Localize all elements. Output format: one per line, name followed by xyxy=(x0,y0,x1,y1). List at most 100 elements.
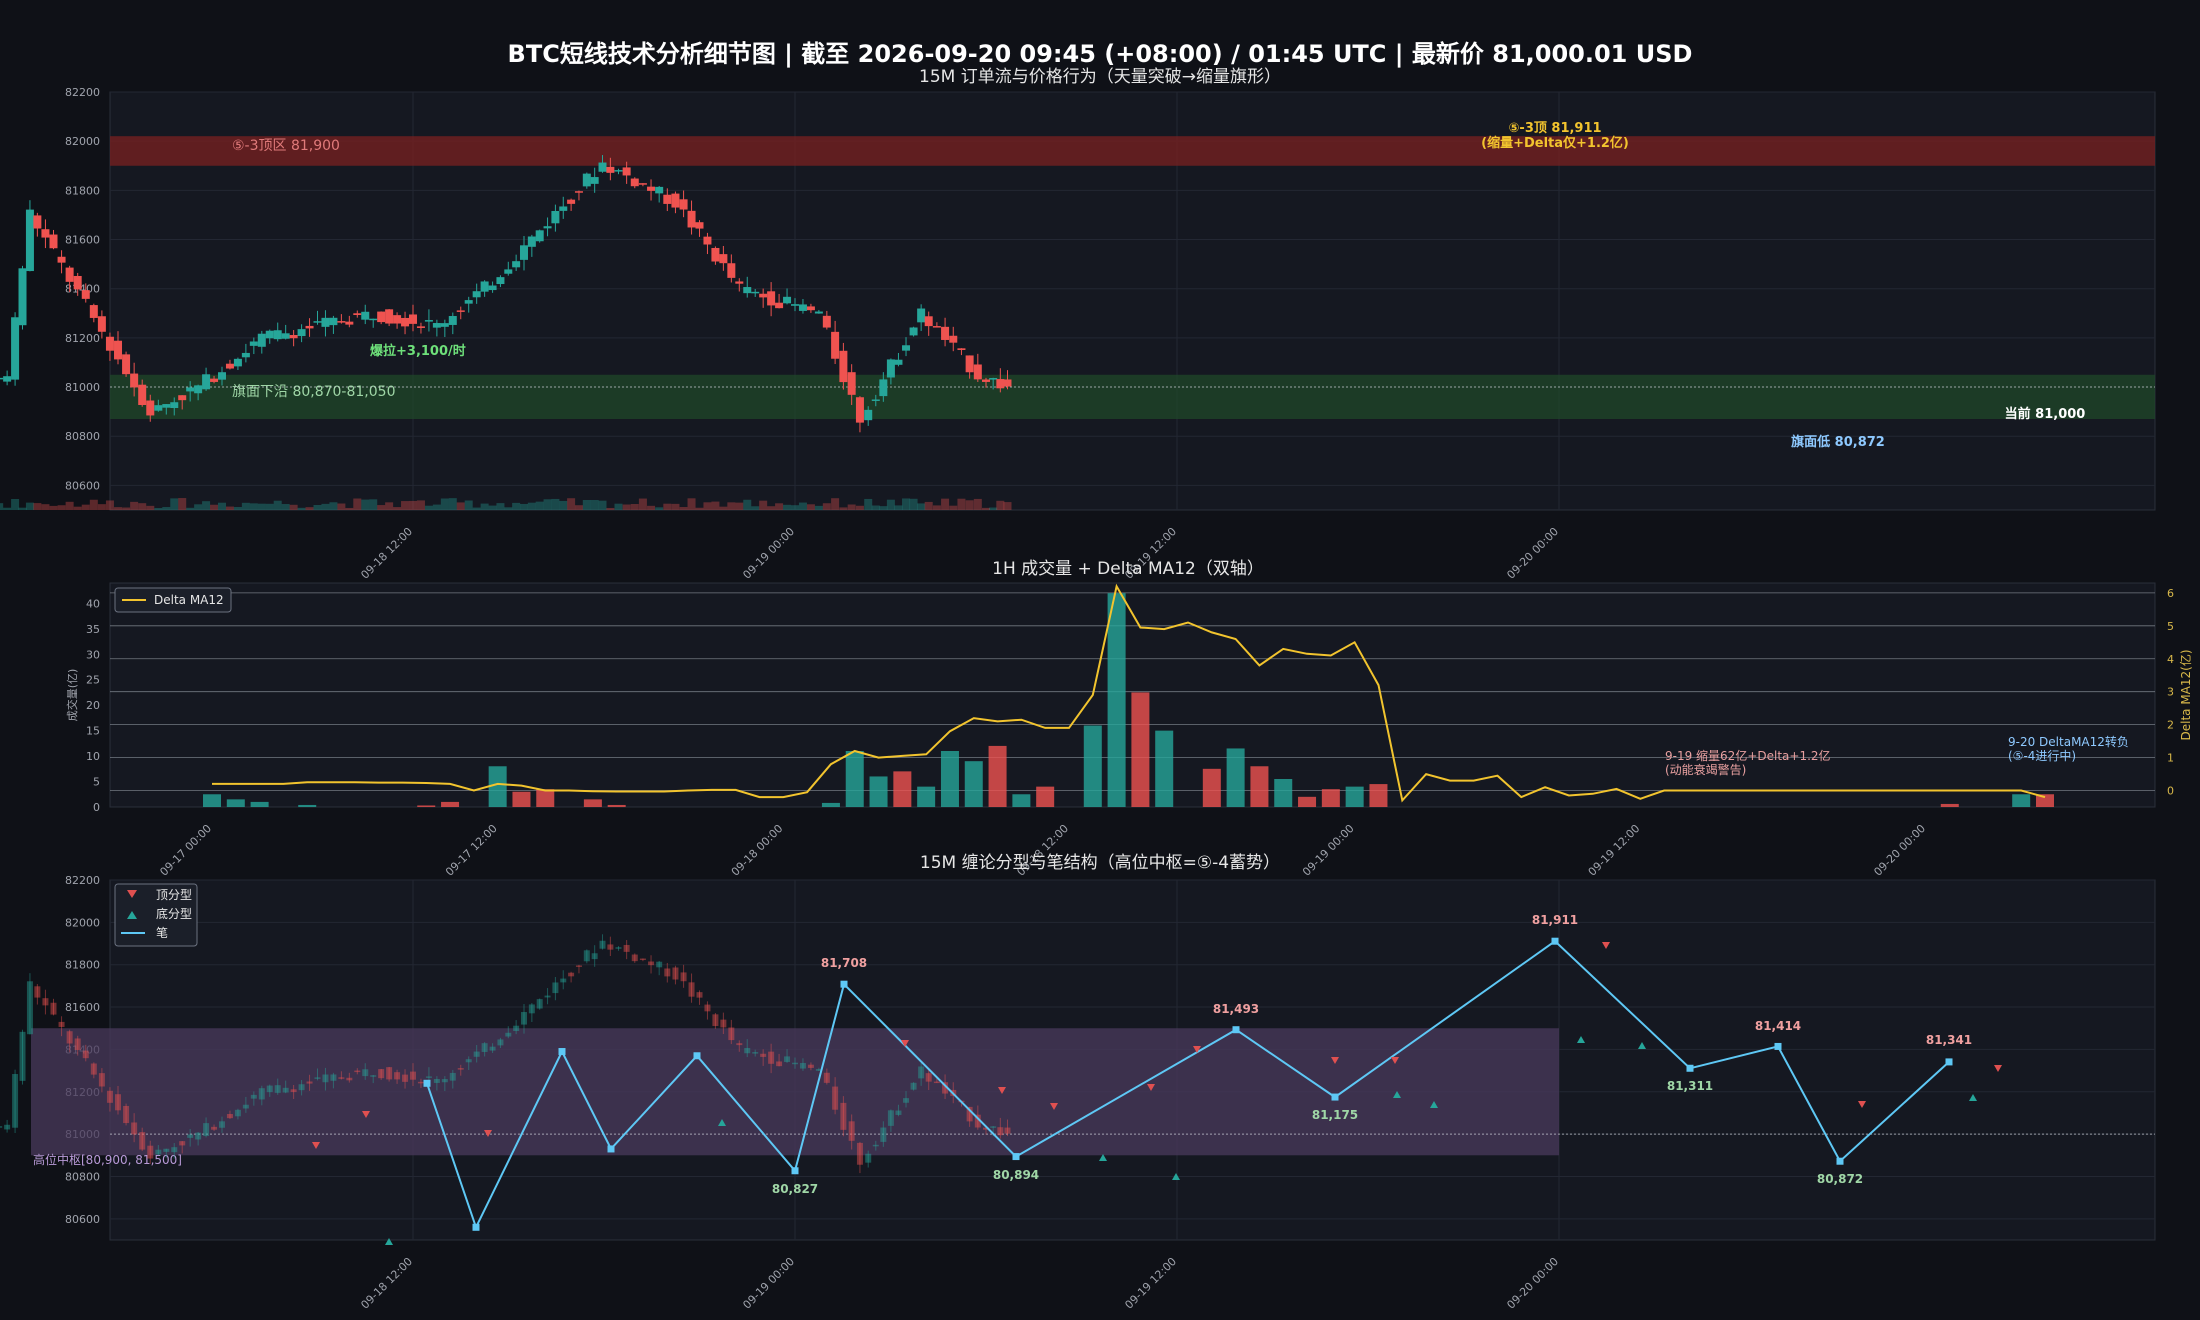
volume-bar xyxy=(767,506,776,510)
chart-canvas: 15M 订单流与价格行为（天量突破→缩量旗形） 82200 82000 81800 81… xyxy=(0,67,2193,1312)
volume-bar xyxy=(146,505,155,510)
panel2-y-tick: 15 xyxy=(86,725,100,738)
faint-candle-body xyxy=(473,1051,480,1057)
panel2-x-tick: 09-18 00:00 xyxy=(729,822,786,879)
bi-vertex xyxy=(1774,1042,1782,1050)
candle-body xyxy=(822,315,831,328)
candle-body xyxy=(305,325,314,329)
panel1-x-tick: 09-20 00:00 xyxy=(1504,525,1561,582)
volume-bar xyxy=(751,506,760,510)
volume-bar xyxy=(440,498,449,510)
volume-bar-1h xyxy=(1940,803,1959,807)
volume-bar xyxy=(186,507,195,510)
faint-candle-body xyxy=(417,1081,424,1084)
candle-body xyxy=(687,210,696,228)
volume-bar xyxy=(273,500,282,510)
top-zone-band xyxy=(110,136,2155,166)
volume-bar xyxy=(289,504,298,510)
faint-candle-body xyxy=(760,1053,767,1057)
candle-body xyxy=(949,335,958,343)
candle-body xyxy=(170,402,179,409)
panel2-y-tick: 25 xyxy=(86,674,100,687)
volume-bar xyxy=(496,503,505,510)
panel3-title: 15M 缠论分型与笔结构（高位中枢=⑤-4蓄势） xyxy=(920,853,1280,873)
panel2-y-tick: 0 xyxy=(93,801,100,814)
volume-bar xyxy=(3,507,12,510)
volume-bar xyxy=(416,500,425,510)
faint-candle-body xyxy=(226,1114,233,1119)
volume-bar-1h xyxy=(893,771,912,807)
panel2-y2-tick: 0 xyxy=(2167,785,2174,798)
volume-bar xyxy=(25,502,34,510)
volume-bar-1h xyxy=(441,801,460,807)
faint-candle-body xyxy=(583,950,590,962)
faint-candle-body xyxy=(880,1127,887,1142)
faint-candle-body xyxy=(623,944,630,952)
volume-bar xyxy=(735,502,744,510)
faint-candle-body xyxy=(131,1122,138,1135)
candle-body xyxy=(743,287,752,294)
volume-bar xyxy=(377,505,386,510)
faint-candle-body xyxy=(997,1127,1004,1136)
candle-body xyxy=(89,305,98,318)
candle-body xyxy=(847,372,856,395)
top-zone-label: ⑤-3顶区 81,900 xyxy=(232,138,340,154)
volume-bar-1h xyxy=(940,751,959,807)
faint-candle-body xyxy=(505,1032,512,1037)
bi-vertex xyxy=(1836,1157,1844,1165)
faint-candle-body xyxy=(615,947,622,949)
faint-candle-body xyxy=(792,1062,798,1065)
panel1-x-tick: 09-18 12:00 xyxy=(358,525,415,582)
volume-bar xyxy=(719,506,728,510)
candle-body xyxy=(527,236,536,247)
volume-bar xyxy=(965,500,974,510)
faint-candle-body xyxy=(274,1085,281,1093)
faint-candle-body xyxy=(752,1052,759,1054)
candle-body xyxy=(879,379,888,397)
volume-bar xyxy=(559,500,568,510)
volume-bar xyxy=(775,503,784,510)
faint-candle-body xyxy=(322,1074,329,1083)
faint-candle-body xyxy=(34,986,41,998)
annotation-flag-low: 旗面低 80,872 xyxy=(1791,434,1885,450)
candle-body xyxy=(33,215,42,229)
faint-candle-body xyxy=(631,954,638,962)
volume-bar xyxy=(711,501,720,510)
faint-candle-body xyxy=(688,982,695,997)
faint-candle-body xyxy=(139,1132,146,1150)
candle-body xyxy=(162,404,171,408)
bi-price-label: 81,175 xyxy=(1312,1108,1358,1122)
legend-bi-label: 笔 xyxy=(156,925,168,940)
faint-candle-body xyxy=(552,982,559,994)
faint-candle-body xyxy=(776,1061,783,1067)
panel2-title: 1H 成交量 + Delta MA12（双轴） xyxy=(992,559,1264,579)
volume-bar xyxy=(791,505,799,510)
candle-body xyxy=(855,397,864,423)
volume-bar xyxy=(590,499,599,510)
bi-vertex xyxy=(840,980,848,988)
faint-candle-body xyxy=(823,1072,830,1083)
candle-body xyxy=(385,309,394,324)
faint-candle-body xyxy=(82,1050,89,1059)
volume-bar xyxy=(695,507,704,510)
faint-candle-body xyxy=(520,1012,527,1025)
volume-bar xyxy=(606,507,615,510)
bi-vertex xyxy=(1551,937,1559,945)
faint-candle-body xyxy=(807,1064,814,1068)
volume-bar xyxy=(703,502,712,510)
candle-body xyxy=(130,373,139,388)
volume-bar-1h xyxy=(1131,692,1150,807)
volume-bar-1h xyxy=(607,804,626,807)
panel3-y-tick: 80800 xyxy=(65,1170,100,1183)
volume-bar xyxy=(393,507,402,510)
bi-price-label: 81,708 xyxy=(821,956,867,970)
volume-bar xyxy=(448,498,457,510)
faint-candle-body xyxy=(591,953,598,960)
candle-body xyxy=(329,317,338,326)
volume-bar xyxy=(582,500,591,510)
panel2-x-tick: 09-19 12:00 xyxy=(1586,822,1643,879)
volume-bar xyxy=(822,503,831,510)
volume-bar xyxy=(249,503,258,510)
volume-bar xyxy=(297,507,306,510)
volume-bar xyxy=(464,500,473,510)
